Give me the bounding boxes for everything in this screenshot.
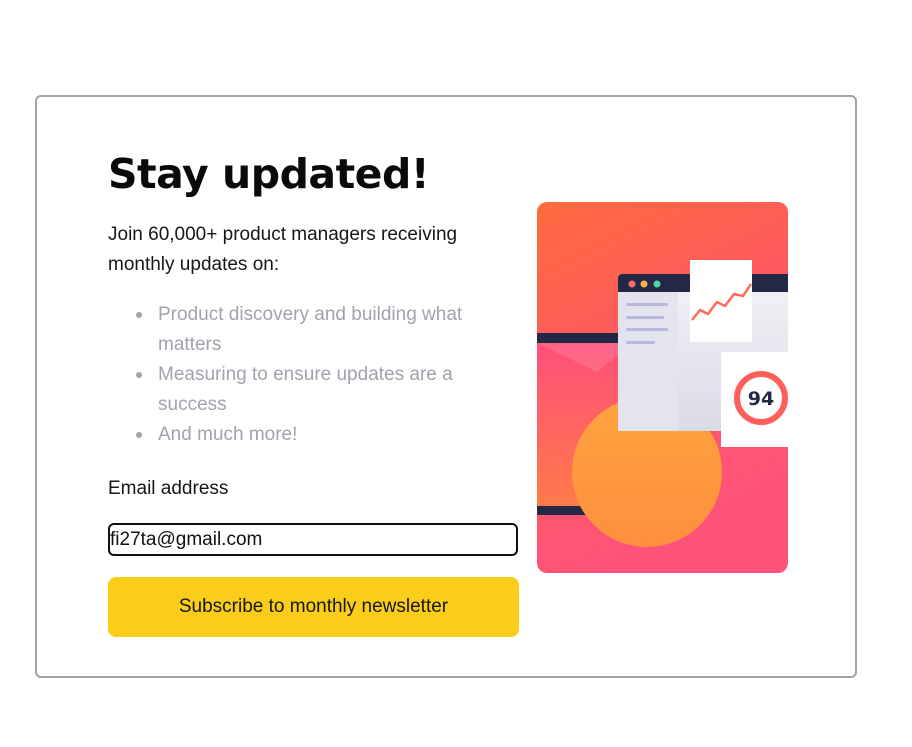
score-card: 94 — [721, 352, 788, 447]
dashboard-illustration: 94 — [537, 202, 788, 573]
email-field[interactable] — [108, 523, 518, 556]
trend-chart-card — [690, 260, 753, 342]
benefits-list: Product discovery and building what matt… — [108, 300, 518, 450]
newsletter-card: Stay updated! Join 60,000+ product manag… — [35, 95, 857, 678]
list-item: Measuring to ensure updates are a succes… — [136, 360, 518, 420]
intro-text: Join 60,000+ product managers receiving … — [108, 224, 458, 275]
signup-panel: Stay updated! Join 60,000+ product manag… — [108, 149, 519, 637]
subscribe-button[interactable]: Subscribe to monthly newsletter — [108, 577, 519, 637]
page-title: Stay updated! — [108, 150, 430, 198]
list-item: Product discovery and building what matt… — [136, 300, 518, 360]
list-item: And much more! — [136, 420, 518, 450]
score-value: 94 — [748, 388, 774, 410]
email-label: Email address — [108, 478, 229, 499]
illustration-graphic: 94 — [537, 202, 788, 573]
